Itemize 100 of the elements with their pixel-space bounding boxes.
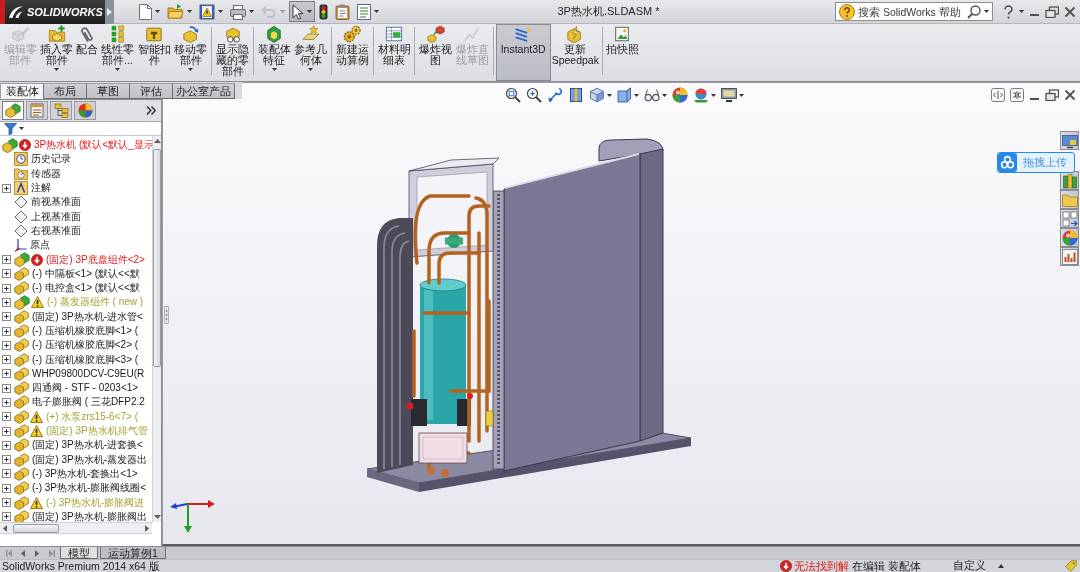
tree-item[interactable]: 电子膨胀阀 ( 三花DFP2.2: [0, 395, 152, 410]
open-button[interactable]: [164, 1, 195, 22]
new-motion-study-button[interactable]: 新建运动算例: [334, 24, 371, 81]
horizontal-scrollbar[interactable]: [0, 522, 152, 534]
zoom-to-area-button[interactable]: [524, 87, 544, 103]
help-icon[interactable]: [1003, 4, 1014, 19]
new-button[interactable]: [136, 1, 163, 22]
vertical-scrollbar[interactable]: [152, 136, 161, 522]
tab[interactable]: 草图: [86, 83, 130, 99]
expand-icon[interactable]: [2, 183, 11, 193]
expand-icon[interactable]: [2, 355, 11, 365]
display-tab[interactable]: [74, 101, 96, 120]
tree-item[interactable]: WHP09800DCV-C9EU(R: [0, 366, 152, 382]
feature-tree-tab[interactable]: [2, 101, 24, 120]
expand-icon[interactable]: [2, 283, 11, 293]
expand-icon[interactable]: [2, 412, 11, 422]
take-snapshot-button[interactable]: 拍快照: [604, 24, 640, 81]
show-hidden-components-button[interactable]: 显示隐藏的零部件: [214, 24, 251, 81]
expand-icon[interactable]: [2, 398, 11, 407]
tab[interactable]: 办公室产品: [172, 83, 235, 99]
display-style-button[interactable]: [615, 87, 641, 103]
select-button[interactable]: [289, 1, 315, 22]
two-pane-icon[interactable]: [1010, 88, 1024, 102]
split-view-icon[interactable]: [991, 88, 1005, 102]
tree-item[interactable]: 上视基准面: [0, 209, 152, 224]
double-chevron-icon[interactable]: [146, 106, 156, 115]
view-settings-button[interactable]: [719, 87, 746, 103]
expand-icon[interactable]: [2, 498, 11, 508]
configuration-tab[interactable]: [50, 101, 72, 120]
tab[interactable]: 运动算例1: [100, 547, 166, 559]
tab[interactable]: 评估: [129, 83, 173, 99]
design-library-tab[interactable]: [1060, 171, 1079, 190]
tree-item[interactable]: (-) 3P热水机-膨胀阀线圈<: [0, 481, 152, 496]
tree-item[interactable]: (-) 电控盒<1> (默认<<默: [0, 280, 152, 296]
expand-icon[interactable]: [2, 255, 11, 264]
assembly-features-button[interactable]: 装配体特征: [255, 24, 293, 81]
expand-icon[interactable]: [2, 312, 11, 322]
file-properties-button[interactable]: [354, 1, 382, 22]
expand-icon[interactable]: [2, 383, 11, 393]
property-tab[interactable]: [26, 101, 48, 120]
expand-icon[interactable]: [2, 297, 11, 307]
expand-icon[interactable]: [2, 369, 11, 379]
appearances-tab[interactable]: [1060, 228, 1079, 247]
caret-icon[interactable]: [1019, 10, 1024, 13]
exploded-view-button[interactable]: 爆炸视图: [417, 24, 455, 81]
filter-button[interactable]: [3, 122, 25, 135]
expand-icon[interactable]: [2, 483, 11, 493]
smart-fasteners-button[interactable]: 智能扣件: [135, 24, 173, 81]
custom-properties-tab[interactable]: [1060, 247, 1079, 266]
close-icon[interactable]: [1064, 5, 1076, 18]
search-icon[interactable]: [967, 4, 981, 19]
caret-icon[interactable]: [984, 10, 989, 13]
linear-pattern-button[interactable]: 线性零部件...: [99, 24, 136, 81]
tree-item[interactable]: (-) 3P热水机-套换出<1>: [0, 466, 152, 482]
expand-icon[interactable]: [2, 455, 11, 465]
tree-item[interactable]: (-) 中隔板<1> (默认<<默: [0, 266, 152, 281]
tree-item[interactable]: (固定) 3P热水机-膨胀阀出: [0, 509, 152, 524]
tree-item[interactable]: 注解: [0, 180, 152, 196]
tab[interactable]: 模型: [60, 547, 98, 559]
splitter-grip-icon[interactable]: [164, 306, 169, 324]
expand-icon[interactable]: [2, 469, 11, 479]
tree-item[interactable]: 原点: [0, 238, 152, 253]
expand-icon[interactable]: [2, 269, 11, 279]
search-field[interactable]: 搜索 SolidWorks 帮助: [835, 2, 993, 21]
hide-show-items-button[interactable]: [642, 87, 669, 103]
tree-item[interactable]: (-) 压缩机橡胶底脚<3> (: [0, 352, 152, 367]
tree-item[interactable]: (-) 压缩机橡胶底脚<2> (: [0, 338, 152, 353]
view-palette-tab[interactable]: [1060, 209, 1079, 228]
tree-item[interactable]: (固定) 3P热水机-进套换<: [0, 438, 152, 453]
scrollbar-thumb[interactable]: [13, 523, 59, 533]
expand-icon[interactable]: [2, 426, 11, 436]
down-arrow-icon[interactable]: [153, 515, 161, 519]
zoom-to-fit-button[interactable]: [503, 87, 523, 103]
close-icon[interactable]: [1064, 89, 1076, 101]
tree-item[interactable]: 四通阀 - STF - 0203<1>: [0, 381, 152, 396]
left-arrow-icon[interactable]: [3, 524, 7, 532]
reference-geometry-button[interactable]: 参考几何体: [292, 24, 330, 81]
tree-item[interactable]: (-) 压缩机橡胶底脚<1> (: [0, 323, 152, 339]
tree-item[interactable]: (固定) 3P底盘组件<2>: [0, 252, 152, 267]
tree-item[interactable]: 历史记录: [0, 152, 152, 167]
resources-tab[interactable]: [1060, 131, 1079, 150]
update-speedpak-button[interactable]: 更新Speedpak: [550, 24, 600, 81]
tree-item[interactable]: 右视基准面: [0, 223, 152, 239]
units-button[interactable]: 自定义: [952, 560, 1005, 572]
move-component-button[interactable]: 移动零部件: [172, 24, 210, 81]
edit-appearance-button[interactable]: [670, 87, 690, 103]
restore-icon[interactable]: [1045, 89, 1059, 101]
expand-icon[interactable]: [2, 326, 11, 336]
tab[interactable]: 布局: [43, 83, 87, 99]
tree-item[interactable]: (固定) 3P热水机-进水管<: [0, 309, 152, 324]
tab[interactable]: 装配体: [0, 83, 44, 99]
insert-components-button[interactable]: 插入零部件: [38, 24, 76, 81]
view-orientation-button[interactable]: [587, 87, 614, 103]
bill-of-materials-button[interactable]: 材料明细表: [375, 24, 413, 81]
previous-view-button[interactable]: [545, 87, 565, 103]
restore-icon[interactable]: [1045, 5, 1059, 18]
scrollbar-thumb[interactable]: [153, 149, 161, 367]
expand-icon[interactable]: [2, 440, 11, 450]
tree-item[interactable]: 传感器: [0, 166, 152, 181]
menu-expand-button[interactable]: [105, 0, 114, 24]
